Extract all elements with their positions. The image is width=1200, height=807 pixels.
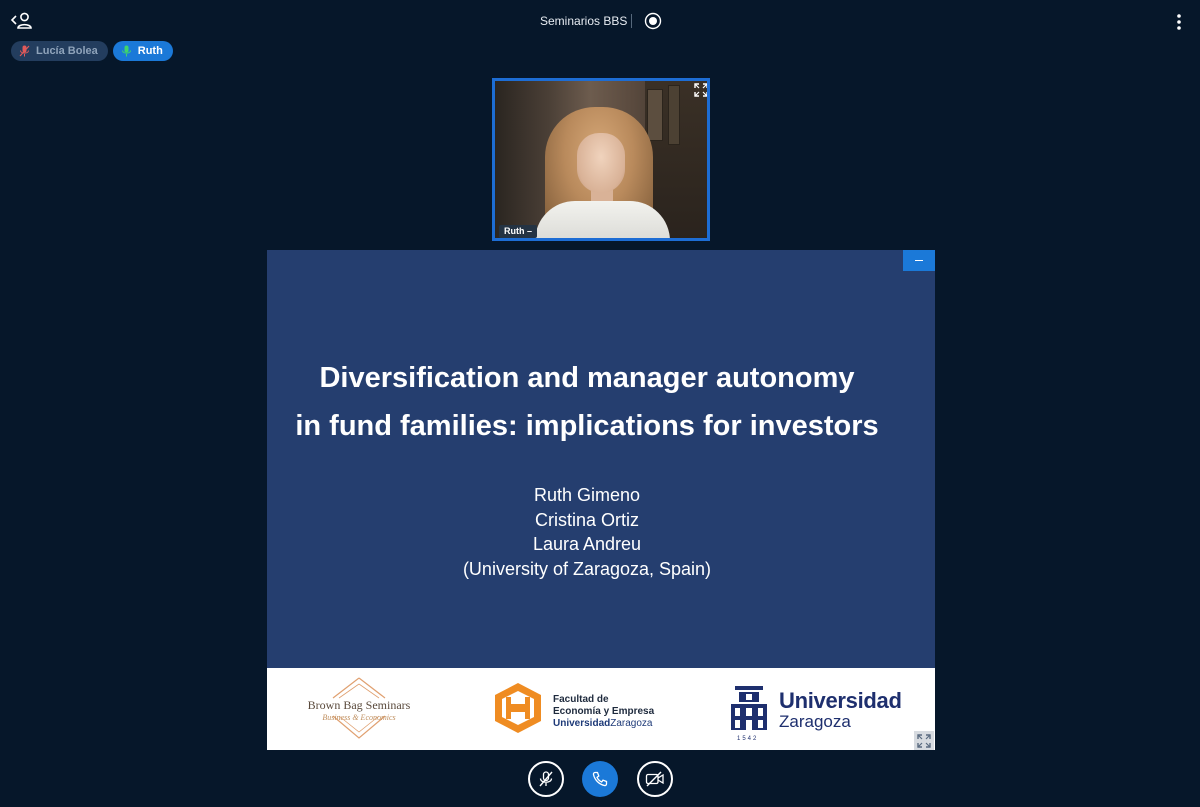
more-vertical-icon <box>1177 14 1181 30</box>
talker-lucia-bolea[interactable]: Lucía Bolea <box>11 41 108 61</box>
video-off-icon <box>645 771 664 787</box>
minimize-presentation-button[interactable] <box>903 250 935 271</box>
options-button[interactable] <box>1170 12 1188 32</box>
minimize-icon <box>915 260 923 261</box>
webcam-picture-frame <box>668 85 680 145</box>
webcam-picture-frame <box>647 89 663 141</box>
audio-phone-button[interactable] <box>582 761 618 797</box>
affiliation: (University of Zaragoza, Spain) <box>462 558 712 579</box>
talking-indicator: Lucía Bolea Ruth <box>11 41 173 61</box>
talker-name: Lucía Bolea <box>36 45 98 57</box>
users-toggle-button[interactable] <box>10 10 34 32</box>
universidad-zaragoza-logo: 1542 Universidad Zaragoza <box>729 684 929 746</box>
record-button[interactable] <box>644 12 662 30</box>
webcam-video[interactable]: Ruth – <box>492 78 710 241</box>
mic-icon <box>121 45 131 57</box>
share-webcam-button[interactable] <box>637 761 673 797</box>
action-bar <box>0 761 1200 801</box>
slide-title: Diversification and manager autonomy in … <box>295 362 879 442</box>
webcam-user-label[interactable]: Ruth – <box>499 225 538 238</box>
top-bar: Seminarios BBS <box>0 0 1200 40</box>
university-building-icon <box>731 686 767 730</box>
brown-bag-seminars-logo: Brown Bag Seminars Business & Economics <box>289 676 429 742</box>
facultad-economia-logo: Facultad de Economía y Empresa Universid… <box>493 680 693 740</box>
users-toggle-icon <box>10 12 32 29</box>
hexagon-logo-icon <box>495 683 541 733</box>
facultad-text: Facultad de Economía y Empresa Universid… <box>553 694 655 729</box>
webcam-person-face <box>577 133 625 193</box>
expand-icon <box>917 733 931 748</box>
expand-icon <box>694 83 707 97</box>
author: Ruth Gimeno <box>533 485 641 505</box>
slide-authors: Ruth Gimeno Cristina Ortiz Laura Andreu … <box>267 483 907 581</box>
title-separator <box>631 14 632 28</box>
mic-muted-icon <box>19 45 30 57</box>
record-icon <box>644 12 662 30</box>
phone-icon <box>592 771 608 787</box>
author: Cristina Ortiz <box>534 509 639 530</box>
mic-muted-icon <box>539 771 553 787</box>
meeting-title: Seminarios BBS <box>540 14 628 28</box>
presentation-fullscreen-button[interactable] <box>914 731 934 750</box>
talker-name: Ruth <box>137 45 163 57</box>
unmute-button[interactable] <box>528 761 564 797</box>
presentation-slide: Diversification and manager autonomy in … <box>267 250 935 750</box>
webcam-fullscreen-button[interactable] <box>694 83 707 97</box>
webcam-person-shirt <box>535 201 670 238</box>
author: Laura Andreu <box>532 534 642 554</box>
slide-logo-strip: Brown Bag Seminars Business & Economics … <box>267 668 935 750</box>
talker-ruth[interactable]: Ruth <box>112 41 173 61</box>
